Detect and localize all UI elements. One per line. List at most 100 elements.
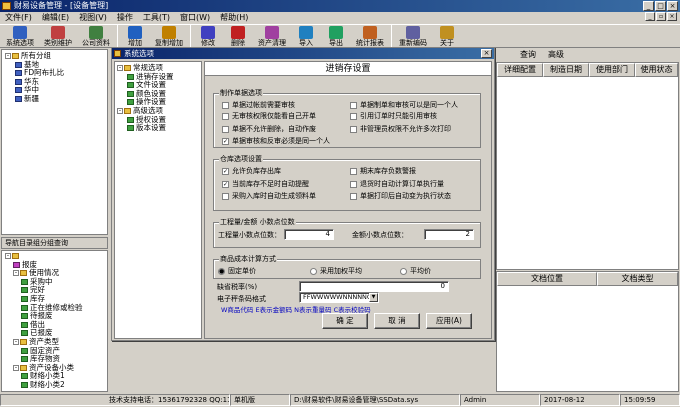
col-dept[interactable]: 使用部门	[589, 63, 635, 77]
menu-tools[interactable]: 工具(T)	[141, 12, 172, 24]
tree-item[interactable]: - 所有分组	[5, 51, 107, 61]
menu-operate[interactable]: 操作	[115, 12, 135, 24]
toolbar-button-about[interactable]: 关于	[432, 25, 462, 48]
checkbox-icon[interactable]	[222, 112, 229, 120]
radio-icon[interactable]: ●	[218, 267, 225, 275]
opt-auto-picking[interactable]: 采购入库时自动生成领料单	[222, 192, 316, 200]
opt-same-maker-auditor[interactable]: 单据制单和审核可以是同一个人	[350, 101, 458, 109]
tree-item[interactable]: 正在维修或检验	[5, 303, 107, 313]
chevron-down-icon[interactable]: ▼	[369, 293, 378, 302]
mdi-minimize-button[interactable]: _	[645, 12, 655, 21]
collapse-toggle-icon[interactable]: -	[13, 364, 19, 371]
col-doc-type[interactable]: 文档类型	[597, 272, 678, 286]
tree-item[interactable]: 待报废	[5, 311, 107, 321]
folder-icon	[127, 90, 134, 97]
maximize-button[interactable]: □	[655, 1, 666, 11]
checkbox-icon[interactable]	[350, 192, 357, 200]
opt-audit-before-post[interactable]: 单据过帐前需要审核	[222, 101, 295, 109]
toolbar-button-edit[interactable]: 修改	[193, 25, 223, 48]
checkbox-icon[interactable]	[350, 101, 357, 109]
toolbar-button-company[interactable]: 公司资料	[77, 25, 115, 48]
qty-decimals-input[interactable]: 4	[284, 229, 334, 240]
opt-low-stock-remind[interactable]: ✓ 当前库存不足时自动提醒	[222, 180, 309, 188]
tree-item[interactable]: 财络小类2	[5, 380, 107, 390]
opt-view-own-only[interactable]: 无审核权限仅能看自己开单	[222, 112, 316, 120]
toolbar-button-gear[interactable]: 系统选项	[1, 25, 39, 48]
toolbar-button-report[interactable]: 统计报表	[351, 25, 389, 48]
opt-negative-stock[interactable]: ✓ 允许负库存出库	[222, 167, 281, 175]
radio-avg-price[interactable]: 平均价	[400, 267, 431, 275]
collapse-toggle-icon[interactable]: -	[117, 107, 123, 114]
tree-item[interactable]: 采购中	[5, 277, 107, 287]
tree-item[interactable]: - 使用情况	[5, 268, 107, 278]
radio-weighted-avg[interactable]: 采用加权平均	[310, 267, 362, 275]
barcode-format-select[interactable]: FFWWWWWNNNNNC ▼	[299, 292, 379, 303]
dialog-close-button[interactable]: ×	[481, 49, 492, 58]
opt-negative-alarm[interactable]: 期末库存负数警报	[350, 167, 416, 175]
tab-advanced[interactable]: 高级	[548, 49, 564, 61]
collapse-toggle-icon[interactable]: -	[117, 65, 123, 71]
menu-view[interactable]: 视图(V)	[77, 12, 109, 24]
mdi-close-button[interactable]: ×	[667, 12, 677, 21]
device-grid[interactable]: 详细配置 制造日期 使用部门 使用状态	[496, 62, 679, 270]
col-config[interactable]: 详细配置	[497, 63, 543, 77]
toolbar-button-delete[interactable]: 删除	[223, 25, 253, 48]
radio-icon[interactable]	[310, 267, 317, 275]
menu-edit[interactable]: 编辑(E)	[40, 12, 71, 24]
checkbox-icon[interactable]	[350, 167, 357, 175]
tree-item[interactable]: -	[5, 252, 107, 261]
col-status[interactable]: 使用状态	[635, 63, 678, 77]
opt-no-multi-print[interactable]: 非管理员权限不允许多次打印	[350, 125, 451, 133]
opt-ref-audited-order[interactable]: 引用订单时只能引用审核	[350, 112, 437, 120]
opt-same-audit-unaudit[interactable]: ✓ 单据审核和反审必须是同一个人	[222, 137, 330, 145]
checkbox-icon[interactable]	[222, 125, 229, 133]
ok-button[interactable]: 确 定	[322, 313, 368, 329]
amt-decimals-input[interactable]: 2	[424, 229, 474, 240]
cancel-button[interactable]: 取 消	[374, 313, 420, 329]
collapse-toggle-icon[interactable]: -	[5, 53, 11, 59]
checkbox-icon[interactable]: ✓	[222, 167, 229, 175]
col-doc-location[interactable]: 文档位置	[497, 272, 597, 286]
checkbox-icon[interactable]	[222, 101, 229, 109]
tree-item[interactable]: 版本设置	[117, 123, 201, 133]
toolbar-button-recode[interactable]: 重新编码	[394, 25, 432, 48]
checkbox-icon[interactable]: ✓	[222, 137, 229, 145]
mdi-restore-button[interactable]: ▫	[656, 12, 666, 21]
tree-item[interactable]: 借出	[5, 320, 107, 330]
tab-query[interactable]: 查询	[520, 49, 536, 61]
toolbar-button-import[interactable]: 导入	[291, 25, 321, 48]
collapse-toggle-icon[interactable]: -	[13, 338, 19, 345]
add-icon	[128, 26, 142, 39]
opt-no-delete-void[interactable]: 单据不允许删除，自动作废	[222, 125, 316, 133]
col-mfg-date[interactable]: 制造日期	[543, 63, 589, 77]
tax-rate-input[interactable]: 0	[299, 281, 449, 292]
checkbox-icon[interactable]	[222, 192, 229, 200]
toolbar-button-add[interactable]: 增加	[120, 25, 150, 48]
tree-item[interactable]: FD阿布扎比	[5, 68, 107, 78]
toolbar-button-copy-add[interactable]: 复制增加	[150, 25, 188, 48]
toolbar-button-category[interactable]: 类别维护	[39, 25, 77, 48]
menu-help[interactable]: 帮助(H)	[218, 12, 250, 24]
menu-window[interactable]: 窗口(W)	[178, 12, 212, 24]
collapse-toggle-icon[interactable]: -	[13, 270, 19, 277]
radio-icon[interactable]	[400, 267, 407, 275]
collapse-toggle-icon[interactable]: -	[5, 253, 11, 259]
tree-item[interactable]: 完好	[5, 286, 107, 295]
checkbox-icon[interactable]	[350, 112, 357, 120]
opt-print-execute[interactable]: 单据打印后自动变为执行状态	[350, 192, 451, 200]
apply-button[interactable]: 应用(A)	[426, 313, 472, 329]
document-grid[interactable]: 文档位置 文档类型	[496, 271, 679, 392]
checkbox-icon[interactable]	[350, 125, 357, 133]
close-button[interactable]: ×	[667, 1, 678, 11]
checkbox-icon[interactable]	[350, 180, 357, 188]
tree-item[interactable]: 华中	[5, 86, 107, 95]
menu-file[interactable]: 文件(F)	[3, 12, 34, 24]
tree-item[interactable]: 华东	[5, 77, 107, 87]
tree-item[interactable]: 新疆	[5, 94, 107, 104]
opt-return-calc[interactable]: 退货时自动计算订单执行量	[350, 180, 444, 188]
minimize-button[interactable]: _	[643, 1, 654, 11]
toolbar-button-clean[interactable]: 资产清理	[253, 25, 291, 48]
checkbox-icon[interactable]: ✓	[222, 180, 229, 188]
radio-fixed-price[interactable]: ● 固定单价	[218, 267, 256, 275]
toolbar-button-export[interactable]: 导出	[321, 25, 351, 48]
